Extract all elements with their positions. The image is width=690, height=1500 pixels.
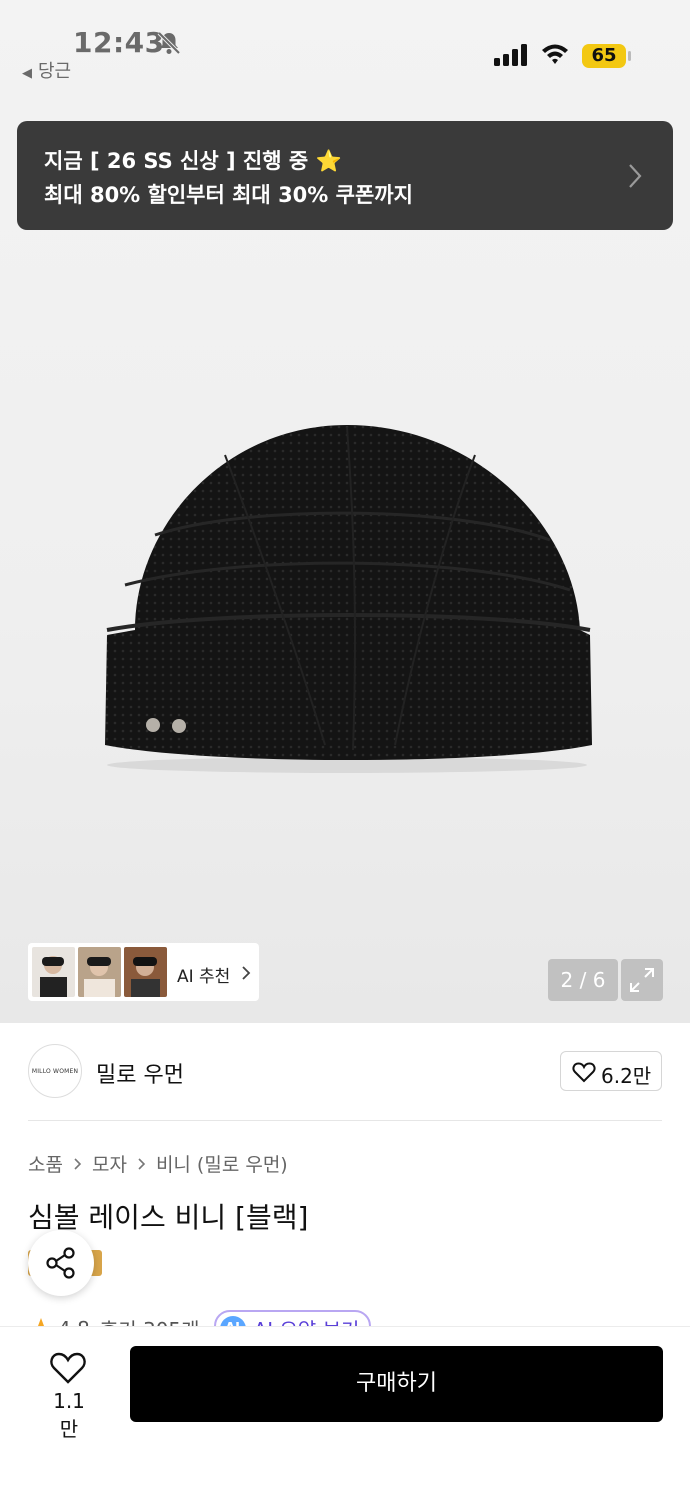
back-to-app-link[interactable]: ◀ 당근 <box>22 57 71 83</box>
ai-recommend-label: AI 추천 <box>177 967 231 987</box>
back-app-label: 당근 <box>38 61 72 82</box>
back-triangle-icon: ◀ <box>22 66 32 81</box>
ai-recommend-thumb-3 <box>124 947 167 997</box>
bell-slash-icon <box>157 31 181 55</box>
status-time: 12:43 <box>73 26 165 59</box>
share-icon <box>46 1247 75 1279</box>
signal-icon <box>494 44 527 66</box>
breadcrumb-item-accessories[interactable]: 소품 <box>28 1150 63 1177</box>
ai-recommend-thumb-2 <box>78 947 121 997</box>
breadcrumb: 소품 모자 비니 (밀로 우먼) <box>28 1150 288 1177</box>
rating-row[interactable]: 4.8 후기 305개 AI AI 요약 보기 <box>28 1304 428 1326</box>
expand-image-button[interactable] <box>621 959 663 1001</box>
chevron-right-icon <box>242 966 251 980</box>
ai-summary-button[interactable]: AI AI 요약 보기 <box>213 1310 372 1326</box>
promo-banner[interactable]: 지금 [ 26 SS 신상 ] 진행 중 ⭐ 최대 80% 할인부터 최대 30… <box>17 121 673 230</box>
brand-like-button[interactable]: 6.2만 <box>560 1051 662 1091</box>
ai-recommend-thumb-1 <box>32 947 75 997</box>
ai-summary-badge: AI <box>219 1315 246 1326</box>
brand-logo[interactable]: MILLO WOMEN <box>28 1044 82 1098</box>
heart-icon <box>572 1062 596 1083</box>
image-counter: 2 / 6 <box>548 959 618 1001</box>
battery-nub <box>628 51 631 61</box>
rating-value: 4.8 <box>58 1317 90 1327</box>
product-image-beanie[interactable] <box>95 415 600 785</box>
promo-line-1: 지금 [ 26 SS 신상 ] 진행 중 ⭐ <box>44 149 342 173</box>
breadcrumb-item-hats[interactable]: 모자 <box>92 1150 127 1177</box>
brand-name[interactable]: 밀로 우먼 <box>96 1057 184 1089</box>
wishlist-count: 1.1만 <box>53 1389 85 1441</box>
ai-recommend-chip[interactable]: AI 추천 <box>28 943 259 1001</box>
promo-line-2: 최대 80% 할인부터 최대 30% 쿠폰까지 <box>44 183 413 207</box>
ai-summary-label: AI 요약 보기 <box>254 1314 360 1326</box>
chevron-right-icon <box>629 164 642 188</box>
chevron-right-icon <box>138 1157 146 1170</box>
buy-button[interactable]: 구매하기 <box>130 1346 663 1422</box>
wifi-icon <box>542 44 568 64</box>
breadcrumb-item-beanie[interactable]: 비니 (밀로 우먼) <box>156 1150 288 1177</box>
section-divider <box>28 1120 662 1121</box>
heart-icon[interactable] <box>49 1351 87 1385</box>
review-count[interactable]: 후기 305개 <box>100 1314 200 1326</box>
product-title: 심볼 레이스 비니 [블랙] <box>28 1201 309 1234</box>
star-icon <box>29 1317 53 1326</box>
brand-like-count: 6.2만 <box>601 1064 652 1088</box>
bottom-action-bar: 1.1만 구매하기 <box>0 1326 690 1500</box>
share-button[interactable] <box>28 1230 94 1296</box>
expand-icon <box>630 968 654 992</box>
chevron-right-icon <box>74 1157 82 1170</box>
battery-level: 65 <box>582 44 626 68</box>
